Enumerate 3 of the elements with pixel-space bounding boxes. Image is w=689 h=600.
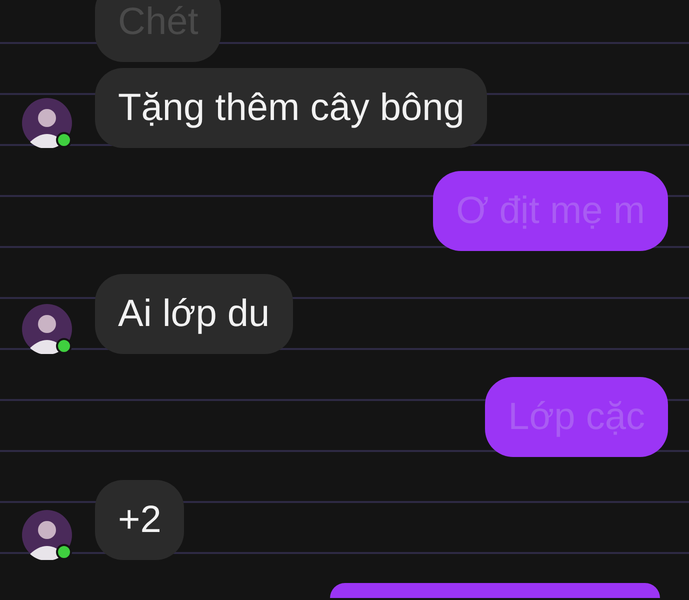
message-bubble: Ai lớp du: [95, 274, 293, 354]
message-bubble: +2: [95, 480, 184, 560]
message-bubble: Tặng thêm cây bông: [95, 68, 488, 148]
